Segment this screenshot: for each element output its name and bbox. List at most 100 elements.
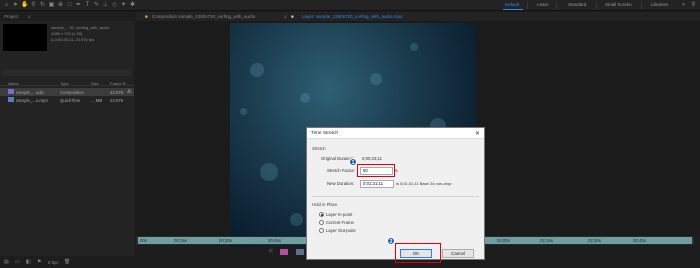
step-badge-2: 2 (387, 237, 395, 245)
tab-menu-icon[interactable]: ≡ (284, 14, 287, 19)
time-ruler-tick: 02;15s (540, 238, 553, 243)
time-stretch-dialog: Time Stretch ✕ Stretch Original Duration… (306, 127, 485, 260)
project-item-footage[interactable]: sample_...o.mp4 QuickTime ... MB 23.976 (0, 96, 134, 104)
hand-tool-icon[interactable]: ✋ (21, 2, 28, 9)
separator (596, 2, 597, 9)
roto-tool-icon[interactable]: ✦ (120, 2, 127, 9)
label-color-chip[interactable] (296, 249, 304, 255)
viewer-tabbar: ■ Composition sample_1280x720_surfing_wi… (136, 12, 700, 21)
selection-tool-icon[interactable]: ➤ (12, 2, 19, 9)
item-size: ... MB (91, 98, 103, 103)
bokeh (370, 73, 382, 85)
item-type: Composition (60, 90, 84, 95)
stretch-factor-label: Stretch Factor: (327, 168, 356, 173)
workspace-active-indicator (503, 9, 523, 10)
pan-behind-tool-icon[interactable]: ⊕ (57, 2, 64, 9)
workspace-libraries[interactable]: Libraries (651, 2, 668, 7)
project-tab[interactable]: Project (4, 14, 18, 19)
radio-layer-in-point[interactable] (319, 212, 324, 217)
composition-lock-icon[interactable]: ■ (145, 14, 148, 19)
layer-lock-icon[interactable]: ■ (291, 14, 294, 19)
time-ruler-tick: 02;45s (633, 238, 646, 243)
project-item-composition[interactable]: sample_...udio Composition 23.976 ⁂ (0, 88, 134, 96)
time-ruler-tick: 02;00s (497, 238, 510, 243)
stamp-tool-icon[interactable]: ⊥ (102, 2, 109, 9)
time-ruler-tick: 00;45s (268, 238, 281, 243)
mask-tool-icon[interactable]: □ (66, 2, 73, 9)
project-search-input[interactable] (2, 70, 131, 76)
comp-size: 1280 x 720 (1.00) (51, 31, 83, 36)
workspace-learn[interactable]: Learn (537, 2, 549, 7)
radio-current-frame[interactable] (319, 220, 324, 225)
item-name: sample_...o.mp4 (16, 98, 48, 103)
step-badge-1: 1 (349, 158, 357, 166)
composition-thumbnail (3, 24, 47, 51)
radio-layer-out-point[interactable] (319, 228, 324, 233)
separator (527, 2, 528, 9)
hold-in-place-label: Hold in Place (312, 202, 338, 207)
label-color-chip[interactable] (280, 249, 288, 255)
puppet-tool-icon[interactable]: ✱ (129, 2, 136, 9)
new-composition-icon[interactable]: ◧ (26, 259, 31, 265)
stretch-group-label: Stretch (312, 146, 326, 151)
time-ruler-tick: 00;30s (219, 238, 232, 243)
layer-tab[interactable]: Layer: sample_1280x720_surfing_with_audi… (302, 14, 403, 19)
workspace-small-screen[interactable]: Small Screen (605, 2, 632, 7)
end-marker-icon: ⊥ (690, 238, 694, 243)
region-icon[interactable]: ⊏ (269, 248, 273, 254)
option-layer-in-point[interactable]: Layer In-point (326, 212, 352, 217)
workspace-menu-icon[interactable]: » (680, 2, 687, 9)
bokeh (290, 213, 303, 226)
bit-depth[interactable]: 8 bpc (48, 260, 59, 265)
comp-name: sample_...20_surfing_with_audio (51, 25, 110, 30)
option-current-frame[interactable]: Current Frame (326, 220, 354, 225)
column-frame-rate[interactable]: Frame R... (110, 81, 129, 86)
option-layer-out-point[interactable]: Layer Out-point (326, 228, 356, 233)
comp-info: Δ 0;00;33;11, 23.976 fps (51, 37, 95, 42)
time-ruler-tick: 00;15s (174, 238, 187, 243)
panel-menu-icon[interactable]: ≡ (28, 14, 31, 19)
bokeh (240, 108, 247, 115)
stretch-factor-highlight (357, 164, 395, 177)
home-icon[interactable]: ⌂ (3, 2, 10, 9)
interpret-footage-icon[interactable]: ▤ (4, 259, 9, 265)
cancel-button[interactable]: Cancel (442, 249, 474, 258)
toolbar: ⌂ ➤ ✋ ⚲ ↻ ▣ ⊕ □ ✒ T ✎ ⊥ ◇ ✦ ✱ Default Le… (0, 0, 700, 11)
item-frame-rate: 23.976 (110, 98, 124, 103)
composition-icon (8, 89, 14, 94)
new-duration-note: is 0;01;31;11 Base 24 non-drop (396, 181, 452, 186)
close-icon[interactable]: ✕ (475, 130, 480, 137)
new-folder-icon[interactable]: ▭ (15, 259, 20, 265)
item-frame-rate: 23.976 (110, 90, 124, 95)
text-tool-icon[interactable]: T (84, 2, 91, 9)
network-icon: ⁂ (127, 89, 132, 94)
item-name: sample_...udio (16, 90, 44, 95)
time-ruler-tick: 00s (140, 238, 147, 243)
dialog-titlebar: Time Stretch ✕ (307, 128, 484, 139)
bokeh (260, 163, 278, 181)
delete-icon[interactable]: 🗑 (64, 259, 70, 265)
zoom-tool-icon[interactable]: ⚲ (30, 2, 37, 9)
pen-tool-icon[interactable]: ✒ (75, 2, 82, 9)
composition-tab[interactable]: Composition sample_1280x720_surfing_with… (152, 14, 255, 19)
item-type: QuickTime (60, 98, 81, 103)
rotate-tool-icon[interactable]: ↻ (39, 2, 46, 9)
original-duration-value: 0;00;33;11 (362, 156, 382, 161)
search-help-icon[interactable]: ⚲ (690, 2, 697, 9)
new-duration-input[interactable]: 0;01;31;11 (360, 180, 394, 188)
column-type[interactable]: Type (60, 81, 69, 86)
workspace-standard[interactable]: Standard (568, 2, 586, 7)
bokeh (250, 63, 264, 77)
brush-tool-icon[interactable]: ✎ (93, 2, 100, 9)
column-name[interactable]: Name (8, 81, 19, 86)
separator (641, 2, 642, 9)
camera-tool-icon[interactable]: ▣ (48, 2, 55, 9)
dialog-title: Time Stretch (311, 131, 339, 136)
time-ruler-tick: 02;30s (588, 238, 601, 243)
flowchart-icon[interactable]: ⚑ (37, 259, 41, 265)
bokeh (410, 43, 418, 51)
workspace-default[interactable]: Default (505, 2, 519, 7)
eraser-tool-icon[interactable]: ◇ (111, 2, 118, 9)
column-size[interactable]: Size (91, 81, 99, 86)
ok-button-highlight (395, 243, 441, 263)
